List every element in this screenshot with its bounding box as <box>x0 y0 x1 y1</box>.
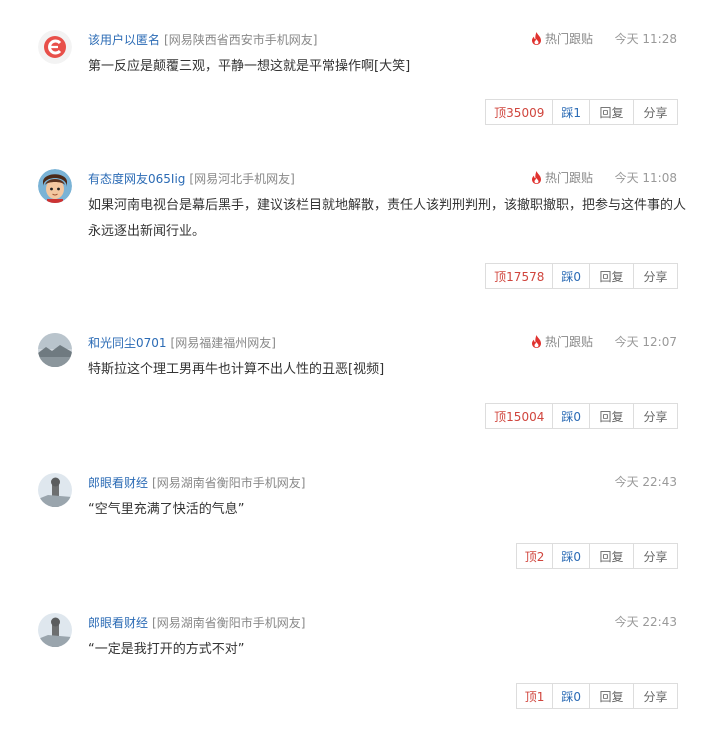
flame-icon <box>532 171 541 184</box>
comment-item: 有态度网友065Iig [网易河北手机网友] 热门跟贴 今天 11:08 如果河南… <box>0 169 724 299</box>
username-link[interactable]: 郎眼看财经 <box>88 476 148 490</box>
comment-actions: 顶1 踩0 回复 分享 <box>515 683 678 709</box>
netease-logo-avatar[interactable] <box>38 30 72 64</box>
comment-actions: 顶2 踩0 回复 分享 <box>515 543 678 569</box>
comment-time: 今天 22:43 <box>614 475 677 489</box>
flame-icon <box>532 32 541 45</box>
downvote-button[interactable]: 踩0 <box>552 403 590 429</box>
comment-text: 第一反应是颠覆三观，平静一想这就是平常操作啊[大笑] <box>88 59 411 74</box>
statue-avatar[interactable] <box>38 473 72 507</box>
reply-button[interactable]: 回复 <box>589 99 634 125</box>
cartoon-boy-avatar[interactable] <box>38 169 72 203</box>
upvote-button[interactable]: 顶35009 <box>485 99 554 125</box>
reply-button[interactable]: 回复 <box>589 683 634 709</box>
comment-item: 和光同尘0701 [网易福建福州网友] 热门跟贴 今天 12:07 特斯拉这个理工… <box>0 333 724 463</box>
comment-time: 今天 11:08 <box>614 171 677 185</box>
comment-item: 郎眼看财经 [网易湖南省衡阳市手机网友] 今天 22:43 “空气里充满了快活的气… <box>0 473 724 603</box>
comment-actions: 顶35009 踩1 回复 分享 <box>485 99 678 125</box>
user-location: [网易陕西省西安市手机网友] <box>164 33 318 47</box>
username-link[interactable]: 和光同尘0701 <box>88 336 167 350</box>
user-location: [网易湖南省衡阳市手机网友] <box>152 616 306 630</box>
comment-actions: 顶15004 踩0 回复 分享 <box>485 403 678 429</box>
downvote-button[interactable]: 踩0 <box>552 683 590 709</box>
username-link[interactable]: 有态度网友065Iig <box>88 172 185 186</box>
comment-header: 郎眼看财经 [网易湖南省衡阳市手机网友] <box>88 473 305 491</box>
comment-time: 今天 12:07 <box>614 335 677 349</box>
reply-button[interactable]: 回复 <box>589 543 634 569</box>
comment-actions: 顶17578 踩0 回复 分享 <box>485 263 678 289</box>
hot-follow-badge: 热门跟贴 <box>531 169 593 187</box>
comment-time: 今天 22:43 <box>614 615 677 629</box>
downvote-button[interactable]: 踩1 <box>552 99 590 125</box>
downvote-button[interactable]: 踩0 <box>552 543 590 569</box>
comment-text: 如果河南电视台是幕后黑手，建议该栏目就地解散，责任人该判刑判刑，该撤职撤职，把参… <box>88 198 687 239</box>
comment-text: 特斯拉这个理工男再牛也计算不出人性的丑恶[视频] <box>88 362 385 377</box>
comment-item: 该用户以匿名 [网易陕西省西安市手机网友] 热门跟贴 今天 11:28 第一反应是… <box>0 30 724 160</box>
landscape-avatar[interactable] <box>38 333 72 367</box>
comment-text: “空气里充满了快活的气息” <box>88 502 245 517</box>
comment-header: 郎眼看财经 [网易湖南省衡阳市手机网友] <box>88 613 305 631</box>
share-button[interactable]: 分享 <box>633 683 678 709</box>
share-button[interactable]: 分享 <box>633 263 678 289</box>
hot-label: 热门跟贴 <box>545 335 594 349</box>
share-button[interactable]: 分享 <box>633 403 678 429</box>
user-location: [网易福建福州网友] <box>170 336 276 350</box>
share-button[interactable]: 分享 <box>633 543 678 569</box>
statue-avatar[interactable] <box>38 613 72 647</box>
flame-icon <box>532 335 541 348</box>
upvote-button[interactable]: 顶15004 <box>485 403 554 429</box>
username-link[interactable]: 郎眼看财经 <box>88 616 148 630</box>
user-location: [网易湖南省衡阳市手机网友] <box>152 476 306 490</box>
reply-button[interactable]: 回复 <box>589 403 634 429</box>
hot-label: 热门跟贴 <box>545 32 594 46</box>
downvote-button[interactable]: 踩0 <box>552 263 590 289</box>
reply-button[interactable]: 回复 <box>589 263 634 289</box>
comment-text: “一定是我打开的方式不对” <box>88 642 245 657</box>
hot-follow-badge: 热门跟贴 <box>531 30 593 48</box>
comment-header: 和光同尘0701 [网易福建福州网友] <box>88 333 276 351</box>
upvote-button[interactable]: 顶2 <box>515 543 554 569</box>
username-link[interactable]: 该用户以匿名 <box>88 33 160 47</box>
comment-header: 该用户以匿名 [网易陕西省西安市手机网友] <box>88 30 317 48</box>
hot-follow-badge: 热门跟贴 <box>531 333 593 351</box>
hot-label: 热门跟贴 <box>545 171 594 185</box>
upvote-button[interactable]: 顶17578 <box>485 263 554 289</box>
comment-time: 今天 11:28 <box>614 32 677 46</box>
share-button[interactable]: 分享 <box>633 99 678 125</box>
comment-item: 郎眼看财经 [网易湖南省衡阳市手机网友] 今天 22:43 “一定是我打开的方式不… <box>0 613 724 743</box>
comment-header: 有态度网友065Iig [网易河北手机网友] <box>88 169 295 187</box>
upvote-button[interactable]: 顶1 <box>515 683 554 709</box>
user-location: [网易河北手机网友] <box>189 172 295 186</box>
